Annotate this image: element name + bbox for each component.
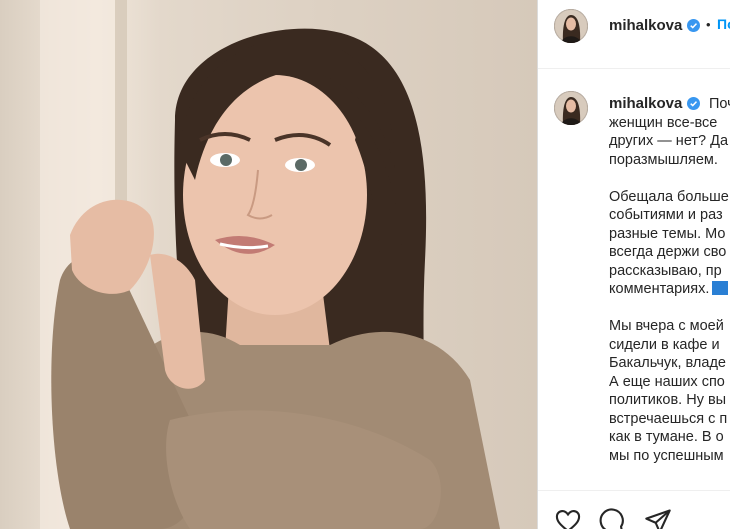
caption-line: всегда держи сво <box>609 244 727 260</box>
caption-line <box>609 169 730 188</box>
caption-line: событиями и раз <box>609 207 723 223</box>
caption-line: Мы вчера с моей <box>609 318 724 334</box>
post-side-panel: mihalkova • Подписаться mihalkova Почему… <box>537 0 730 529</box>
comment-icon[interactable] <box>597 507 625 529</box>
caption-line <box>609 299 730 318</box>
caption-line: поразмышляем. <box>609 151 718 168</box>
caption-line: мы по успешным <box>609 447 724 464</box>
avatar[interactable] <box>554 91 588 125</box>
caption-line: политиков. Ну вы <box>609 392 727 408</box>
caption-line: сидели в кафе и <box>609 336 720 353</box>
caption-line: разные темы. Мо <box>609 225 726 242</box>
blue-square-emoji-icon <box>712 281 729 295</box>
action-bar <box>538 490 730 529</box>
caption-line: Обещала больше <box>609 188 729 205</box>
post-photo[interactable] <box>0 0 537 529</box>
username[interactable]: mihalkova <box>609 17 682 34</box>
separator-dot: • <box>706 17 711 32</box>
verified-badge-icon <box>687 19 700 32</box>
caption-line: женщин все-все <box>609 114 718 131</box>
post-header: mihalkova • Подписаться <box>538 0 730 69</box>
follow-button[interactable]: Подписаться <box>717 16 730 32</box>
woman-portrait-image <box>40 0 500 529</box>
caption-line: других — нет? Да <box>609 133 729 149</box>
caption-line: А еще наших спо <box>609 373 725 390</box>
caption-line: Почему <box>709 96 730 112</box>
caption-line: Бакальчук, владе <box>609 355 726 371</box>
caption-line: рассказываю, пр <box>609 262 722 279</box>
caption-line: комментариях. <box>609 281 710 297</box>
paper-plane-icon[interactable] <box>644 507 672 529</box>
caption-text: Почему женщин все-все других — нет? Да пора… <box>609 95 730 465</box>
heart-icon[interactable] <box>554 507 582 529</box>
caption-line: встречаешься с п <box>609 410 728 427</box>
avatar[interactable] <box>554 9 588 43</box>
caption-line: как в тумане. В о <box>609 429 724 445</box>
